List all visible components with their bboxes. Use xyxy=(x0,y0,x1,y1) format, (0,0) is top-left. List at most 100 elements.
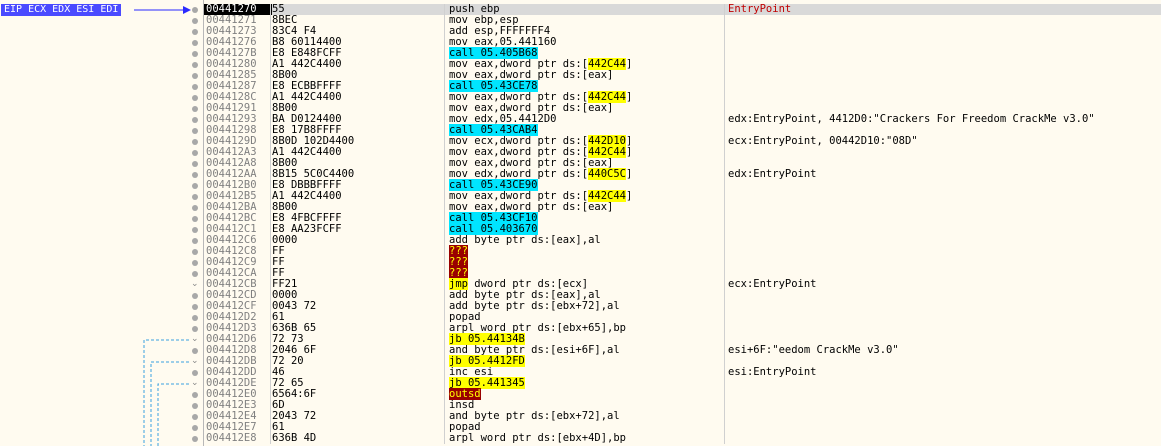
disasm-row[interactable]: 00441276 B8 60114400 mov eax,05.441160 xyxy=(204,37,1161,48)
disasm-row[interactable]: 004412D6 72 73 jb 05.44134B xyxy=(204,333,1161,345)
bytes-cell: 2043 72 xyxy=(272,410,317,422)
disasm-row[interactable]: 004412BC E8 4FBCFFFF call 05.43CF10 xyxy=(204,212,1161,224)
branch-marker-icon[interactable]: ⌄ xyxy=(191,378,199,389)
disasm-row[interactable]: 004412A3 A1 442C4400 mov eax,dword ptr ds:… xyxy=(204,146,1161,158)
disasm-row[interactable]: 004412C9 FF??? xyxy=(204,256,1161,268)
breakpoint-dot-icon[interactable] xyxy=(192,117,198,123)
disasm-row[interactable]: 004412D2 61 popad xyxy=(204,312,1161,323)
disasm-row[interactable]: 004412E7 61 popad xyxy=(204,422,1161,433)
disasm-row[interactable]: 0044128C A1 442C4400 mov eax,dword ptr ds:… xyxy=(204,91,1161,103)
disasm-row[interactable]: 0044127B E8 E848FCFF call 05.405B68 xyxy=(204,47,1161,59)
disasm-row[interactable]: 00441270 55 push ebp EntryPoint xyxy=(204,4,1161,15)
branch-marker-icon[interactable]: ⌄ xyxy=(191,334,199,345)
disasm-row[interactable]: 004412CA FF??? xyxy=(204,267,1161,279)
disasm-row[interactable]: 004412CF 0043 72 add byte ptr ds:[ebx+72],… xyxy=(204,301,1161,312)
jump-arrow-gutter: EIP ECX EDX ESI EDI ⌄ ⌄ ⌄ ⌄ xyxy=(0,0,204,446)
breakpoint-dot-icon[interactable] xyxy=(192,51,198,57)
disasm-row[interactable]: 004412CB FF21 jmp dword ptr ds:[ecx] ecx:En… xyxy=(204,278,1161,290)
breakpoint-dot-icon[interactable] xyxy=(192,293,198,299)
bytes-cell: FF xyxy=(272,267,285,279)
breakpoint-dot-icon[interactable] xyxy=(192,205,198,211)
breakpoint-dot-icon[interactable] xyxy=(192,18,198,24)
instruction-cell: jb 05.441345 xyxy=(449,377,719,389)
breakpoint-dot-icon[interactable] xyxy=(192,95,198,101)
disasm-row[interactable]: 004412D3 636B 65 arpl word ptr ds:[ebx+65]… xyxy=(204,323,1161,334)
disasm-row[interactable]: 004412BA 8B00 mov eax,dword ptr ds:[eax] xyxy=(204,202,1161,213)
disasm-row[interactable]: 004412D8 2046 6F and byte ptr ds:[esi+6F],… xyxy=(204,345,1161,356)
breakpoint-dot-icon[interactable] xyxy=(192,271,198,277)
disasm-row[interactable]: 004412C8 FF??? xyxy=(204,245,1161,257)
comment-cell: ecx:EntryPoint xyxy=(728,278,817,290)
address-cell: 004412E8 xyxy=(206,432,257,444)
disasm-row[interactable]: 004412AA 8B15 5C0C4400 mov edx,dword ptr d… xyxy=(204,168,1161,180)
breakpoint-dot-icon[interactable] xyxy=(192,425,198,431)
disasm-row[interactable]: 00441293 BA D0124400 mov edx,05.4412D0 edx:… xyxy=(204,114,1161,125)
disasm-row[interactable]: 004412DB 72 20 jb 05.4412FD xyxy=(204,355,1161,367)
breakpoint-dot-icon[interactable] xyxy=(192,106,198,112)
separator-instr xyxy=(724,4,725,444)
breakpoint-dot-icon[interactable] xyxy=(192,29,198,35)
disasm-row[interactable]: 004412DE 72 65 jb 05.441345 xyxy=(204,377,1161,389)
instruction-cell: outsd xyxy=(449,388,719,400)
disasm-row[interactable]: 00441273 83C4 F4 add esp,FFFFFFF4 xyxy=(204,26,1161,37)
disasm-row[interactable]: 0044129D 8B0D 102D4400 mov ecx,dword ptr d… xyxy=(204,135,1161,147)
disasm-row[interactable]: 004412E3 6D insd xyxy=(204,400,1161,411)
disasm-row[interactable]: 004412E4 2043 72 and byte ptr ds:[ebx+72],… xyxy=(204,411,1161,422)
breakpoint-dot-icon[interactable] xyxy=(192,194,198,200)
branch-marker-icon[interactable]: ⌄ xyxy=(191,279,199,290)
breakpoint-dot-icon[interactable] xyxy=(192,139,198,145)
separator-bytes xyxy=(444,4,445,444)
instruction-cell: arpl word ptr ds:[ebx+4D],bp xyxy=(449,433,719,444)
branch-marker-icon[interactable]: ⌄ xyxy=(191,356,199,367)
instruction-token: 440C5C xyxy=(588,168,627,180)
breakpoint-dot-icon[interactable] xyxy=(192,150,198,156)
breakpoint-dot-icon[interactable] xyxy=(192,73,198,79)
breakpoint-dot-icon[interactable] xyxy=(192,172,198,178)
bytes-cell: E8 AA23FCFF xyxy=(272,223,342,235)
breakpoint-dot-icon[interactable] xyxy=(192,227,198,233)
disasm-row[interactable]: 004412B5 A1 442C4400 mov eax,dword ptr ds:… xyxy=(204,190,1161,202)
breakpoint-dot-icon[interactable] xyxy=(192,326,198,332)
comment-cell: EntryPoint xyxy=(728,3,792,15)
disasm-row[interactable]: 004412B0 E8 DBBBFFFF call 05.43CE90 xyxy=(204,179,1161,191)
breakpoint-dot-icon[interactable] xyxy=(192,414,198,420)
breakpoint-dot-icon[interactable] xyxy=(192,436,198,442)
disasm-row[interactable]: 004412E0 6564:6F outsd xyxy=(204,388,1161,400)
breakpoint-dot-icon[interactable] xyxy=(192,40,198,46)
instruction-cell: add byte ptr ds:[eax],al xyxy=(449,235,719,246)
disasm-row[interactable]: 00441287 E8 ECBBFFFF call 05.43CE78 xyxy=(204,80,1161,92)
breakpoint-dot-icon[interactable] xyxy=(192,62,198,68)
disasm-row[interactable]: 00441280 A1 442C4400 mov eax,dword ptr ds:… xyxy=(204,58,1161,70)
breakpoint-dot-icon[interactable] xyxy=(192,249,198,255)
instruction-cell: and byte ptr ds:[ebx+72],al xyxy=(449,411,719,422)
breakpoint-dot-icon[interactable] xyxy=(192,403,198,409)
breakpoint-dot-icon[interactable] xyxy=(192,216,198,222)
breakpoint-dot-icon[interactable] xyxy=(192,315,198,321)
breakpoint-dot-icon[interactable] xyxy=(192,128,198,134)
bytes-cell: 72 20 xyxy=(272,355,304,367)
breakpoint-dot-icon[interactable] xyxy=(192,238,198,244)
disasm-row[interactable]: 004412E8 636B 4D arpl word ptr ds:[ebx+4D]… xyxy=(204,433,1161,444)
disasm-row[interactable]: 004412DD 46 inc esi esi:EntryPoint xyxy=(204,367,1161,378)
disasm-row[interactable]: 00441271 8BEC mov ebp,esp xyxy=(204,15,1161,26)
disassembly-listing[interactable]: 00441270 55 push ebp EntryPoint 00441271 8BEC… xyxy=(204,4,1161,444)
breakpoint-dot-icon[interactable] xyxy=(192,161,198,167)
breakpoint-dot-icon[interactable] xyxy=(192,183,198,189)
disasm-row[interactable]: 004412C1 E8 AA23FCFF call 05.403670 xyxy=(204,223,1161,235)
bytes-cell: 55 xyxy=(272,3,285,15)
breakpoint-dot-icon[interactable] xyxy=(192,7,198,13)
breakpoint-dot-icon[interactable] xyxy=(192,370,198,376)
breakpoint-dot-icon[interactable] xyxy=(192,348,198,354)
comment-cell: edx:EntryPoint, 4412D0:"Crackers For Fre… xyxy=(728,113,1095,125)
disasm-row[interactable]: 00441285 8B00 mov eax,dword ptr ds:[eax] xyxy=(204,70,1161,81)
breakpoint-dot-icon[interactable] xyxy=(192,260,198,266)
breakpoint-dot-icon[interactable] xyxy=(192,392,198,398)
disasm-row[interactable]: 004412C6 0000 add byte ptr ds:[eax],al xyxy=(204,235,1161,246)
disasm-row[interactable]: 004412CD 0000 add byte ptr ds:[eax],al xyxy=(204,290,1161,301)
bytes-cell: 6564:6F xyxy=(272,388,317,400)
breakpoint-dot-icon[interactable] xyxy=(192,304,198,310)
eip-pointer-arrowhead xyxy=(183,6,191,14)
instruction-token: ] xyxy=(626,190,633,202)
breakpoint-dot-icon[interactable] xyxy=(192,84,198,90)
bytes-cell: A1 442C4400 xyxy=(272,146,342,158)
